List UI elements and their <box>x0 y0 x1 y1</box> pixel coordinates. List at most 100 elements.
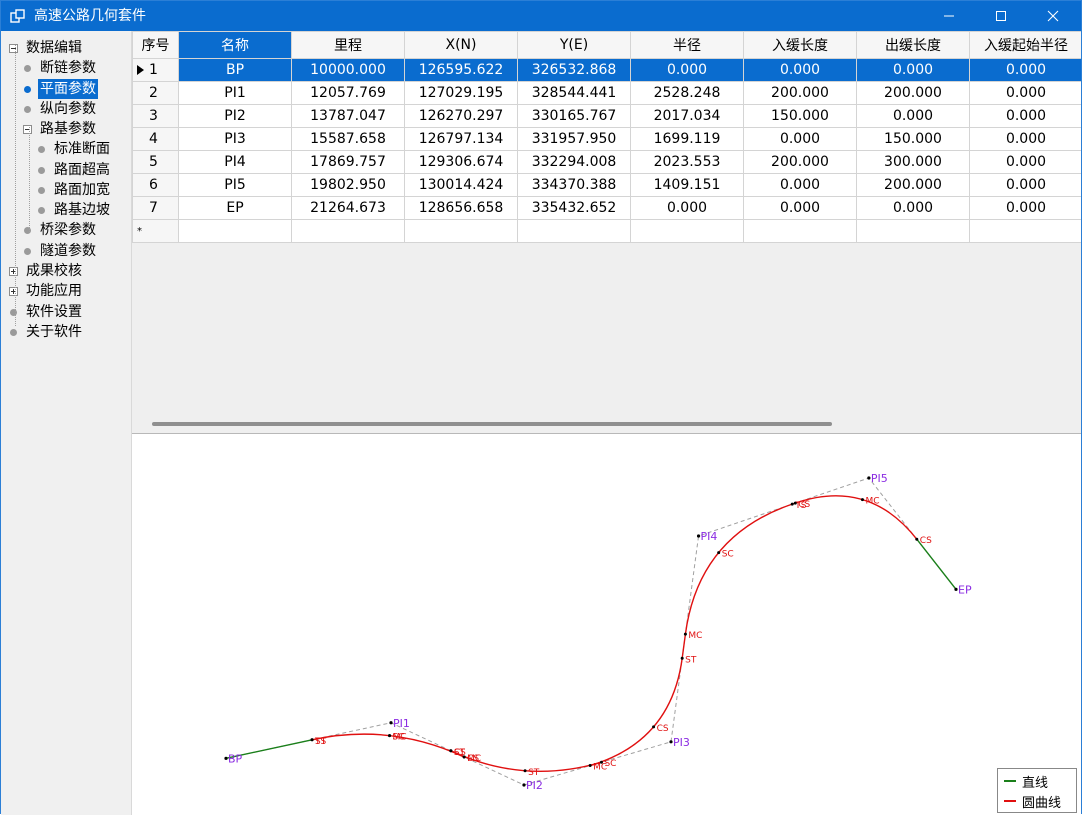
table-cell[interactable]: 0.000 <box>969 127 1081 151</box>
table-cell[interactable]: 200.000 <box>856 81 970 105</box>
table-cell[interactable]: PI3 <box>178 127 292 151</box>
tree-item[interactable]: 平面参数 <box>38 79 98 99</box>
table-cell[interactable]: 2528.248 <box>630 81 744 105</box>
table-row[interactable]: 3 PI2 13787.047 126270.297 330165.767 2017.03… <box>132 104 1081 128</box>
expand-icon[interactable] <box>9 287 18 296</box>
table-cell[interactable]: PI5 <box>178 173 292 197</box>
row-header-cell[interactable]: 5 <box>132 150 179 174</box>
table-row[interactable]: 7 EP 21264.673 128656.658 335432.652 0.000 0.0… <box>132 196 1081 220</box>
table-row[interactable]: 2 PI1 12057.769 127029.195 328544.441 2528.24… <box>132 81 1081 105</box>
table-cell[interactable]: 0.000 <box>630 58 744 82</box>
tree-item[interactable]: 数据编辑 <box>24 38 84 58</box>
table-cell[interactable]: 200.000 <box>743 150 857 174</box>
tree-item[interactable]: 标准断面 <box>52 139 112 159</box>
table-cell[interactable]: 0.000 <box>743 173 857 197</box>
table-cell[interactable]: 129306.674 <box>404 150 518 174</box>
table-cell[interactable] <box>969 219 1081 243</box>
tree-item[interactable]: 路基边坡 <box>52 200 112 220</box>
table-cell[interactable]: 200.000 <box>856 173 970 197</box>
table-cell[interactable]: 330165.767 <box>517 104 631 128</box>
table-row[interactable]: 5 PI4 17869.757 129306.674 332294.008 2023.55… <box>132 150 1081 174</box>
table-cell[interactable]: 17869.757 <box>291 150 405 174</box>
plane-parameter-table[interactable]: 序号 名称 里程 X(N) Y(E) 半径 入缓长度 出缓长度 入缓起始半径 1 BP 10000.… <box>132 31 1081 243</box>
tree-item[interactable]: 路面超高 <box>52 160 112 180</box>
column-header[interactable]: 入缓长度 <box>743 31 857 59</box>
tree-item[interactable]: 软件设置 <box>24 302 84 322</box>
table-cell[interactable]: 2017.034 <box>630 104 744 128</box>
minimize-button[interactable] <box>923 1 975 31</box>
table-cell[interactable]: 334370.388 <box>517 173 631 197</box>
column-header[interactable]: 入缓起始半径 <box>969 31 1081 59</box>
table-cell[interactable]: 128656.658 <box>404 196 518 220</box>
table-cell[interactable]: 19802.950 <box>291 173 405 197</box>
horizontal-scrollbar[interactable] <box>152 422 832 426</box>
column-header[interactable]: 序号 <box>132 31 179 59</box>
expand-icon[interactable] <box>9 267 18 276</box>
tree-item[interactable]: 路面加宽 <box>52 180 112 200</box>
table-cell[interactable]: 0.000 <box>969 81 1081 105</box>
table-cell[interactable]: 126797.134 <box>404 127 518 151</box>
column-header[interactable]: Y(E) <box>517 31 631 59</box>
column-header[interactable]: 出缓长度 <box>856 31 970 59</box>
table-cell[interactable]: 335432.652 <box>517 196 631 220</box>
new-row[interactable]: * <box>132 219 1081 243</box>
table-cell[interactable]: 12057.769 <box>291 81 405 105</box>
tree-item[interactable]: 路基参数 <box>38 119 98 139</box>
table-cell[interactable]: 126270.297 <box>404 104 518 128</box>
row-header-cell[interactable]: 7 <box>132 196 179 220</box>
tree-item[interactable]: 关于软件 <box>24 322 84 342</box>
table-cell[interactable]: 0.000 <box>969 58 1081 82</box>
table-cell[interactable]: PI1 <box>178 81 292 105</box>
row-header-cell[interactable]: 6 <box>132 173 179 197</box>
close-button[interactable] <box>1027 1 1079 31</box>
table-cell[interactable]: 150.000 <box>743 104 857 128</box>
table-cell[interactable] <box>178 219 292 243</box>
table-cell[interactable]: 0.000 <box>856 104 970 128</box>
table-row[interactable]: 6 PI5 19802.950 130014.424 334370.388 1409.15… <box>132 173 1081 197</box>
column-header[interactable]: 名称 <box>178 31 292 59</box>
table-cell[interactable]: 0.000 <box>630 196 744 220</box>
maximize-button[interactable] <box>975 1 1027 31</box>
table-cell[interactable]: 1699.119 <box>630 127 744 151</box>
row-header-cell[interactable]: 2 <box>132 81 179 105</box>
table-cell[interactable]: 21264.673 <box>291 196 405 220</box>
row-header-cell[interactable]: 1 <box>132 58 179 82</box>
table-cell[interactable]: 2023.553 <box>630 150 744 174</box>
tree-item[interactable]: 功能应用 <box>24 281 84 301</box>
table-cell[interactable]: 0.000 <box>969 150 1081 174</box>
tree-item[interactable]: 纵向参数 <box>38 99 98 119</box>
tree-item[interactable]: 隧道参数 <box>38 241 98 261</box>
new-row-marker[interactable]: * <box>132 219 179 243</box>
table-cell[interactable]: BP <box>178 58 292 82</box>
table-cell[interactable]: 13787.047 <box>291 104 405 128</box>
table-cell[interactable]: 0.000 <box>743 196 857 220</box>
row-header-cell[interactable]: 4 <box>132 127 179 151</box>
table-cell[interactable]: 331957.950 <box>517 127 631 151</box>
column-header[interactable]: 里程 <box>291 31 405 59</box>
alignment-plot-panel[interactable]: TS SC MC CS ST SC MC CS ST MC SC TS CS MC CS ST MC CS ST BP… <box>132 435 1081 815</box>
column-header[interactable]: 半径 <box>630 31 744 59</box>
table-cell[interactable]: 0.000 <box>856 58 970 82</box>
table-row[interactable]: 1 BP 10000.000 126595.622 326532.868 0.000 0.0… <box>132 58 1081 82</box>
table-row[interactable]: 4 PI3 15587.658 126797.134 331957.950 1699.11… <box>132 127 1081 151</box>
table-cell[interactable]: 326532.868 <box>517 58 631 82</box>
tree-item[interactable]: 断链参数 <box>38 58 98 78</box>
table-cell[interactable]: 127029.195 <box>404 81 518 105</box>
table-cell[interactable] <box>743 219 857 243</box>
table-cell[interactable]: 0.000 <box>969 196 1081 220</box>
table-cell[interactable]: 0.000 <box>856 196 970 220</box>
table-cell[interactable]: 328544.441 <box>517 81 631 105</box>
table-cell[interactable]: 200.000 <box>743 81 857 105</box>
table-cell[interactable]: 0.000 <box>743 58 857 82</box>
table-cell[interactable] <box>291 219 405 243</box>
tree-item[interactable]: 成果校核 <box>24 261 84 281</box>
table-cell[interactable]: 300.000 <box>856 150 970 174</box>
table-cell[interactable]: PI4 <box>178 150 292 174</box>
table-cell[interactable]: 130014.424 <box>404 173 518 197</box>
navigation-tree[interactable]: 数据编辑 断链参数 平面参数 纵向参数 路基参数 标准断面 路面超高 路面加宽 路基边坡 桥梁参数… <box>1 31 132 815</box>
table-cell[interactable]: 1409.151 <box>630 173 744 197</box>
table-cell[interactable]: 332294.008 <box>517 150 631 174</box>
table-cell[interactable]: EP <box>178 196 292 220</box>
parameter-grid-panel[interactable]: 序号 名称 里程 X(N) Y(E) 半径 入缓长度 出缓长度 入缓起始半径 1 BP 10000.… <box>132 31 1081 434</box>
collapse-icon[interactable] <box>23 125 32 134</box>
